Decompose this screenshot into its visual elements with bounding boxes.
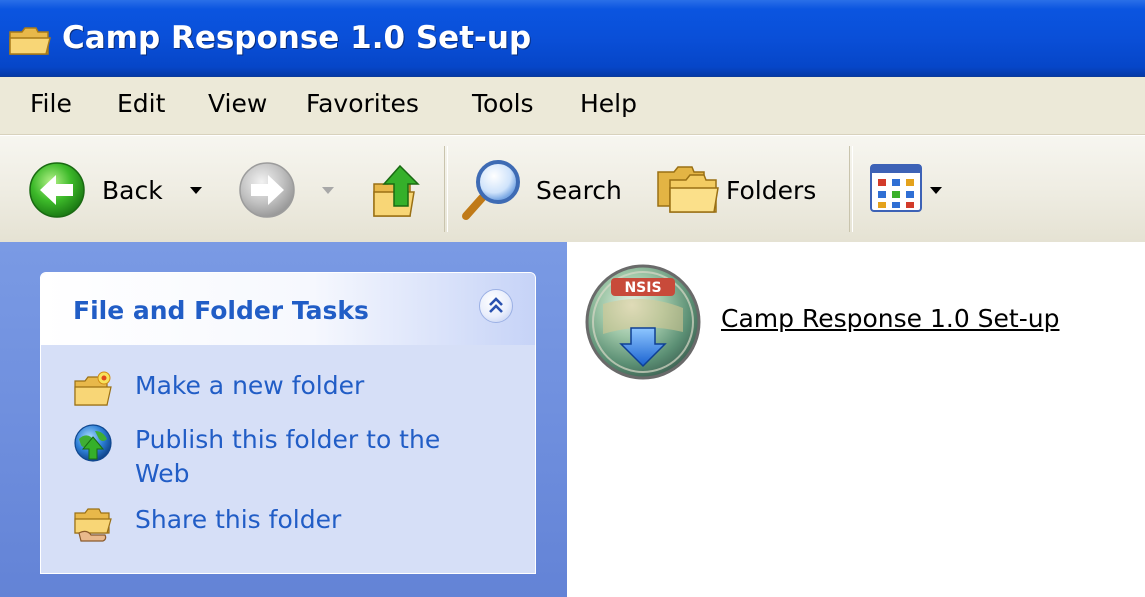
task-make-new-folder[interactable]: Make a new folder [73, 369, 513, 409]
tasks-panel-title: File and Folder Tasks [73, 296, 369, 325]
menu-file[interactable]: File [30, 89, 72, 118]
task-pane: File and Folder Tasks Make a new folder [0, 242, 567, 597]
back-label: Back [102, 176, 163, 205]
up-folder-icon[interactable] [370, 162, 426, 220]
collapse-button[interactable] [479, 289, 513, 323]
toolbar: Back Search Folders [0, 135, 1145, 243]
back-dropdown-icon[interactable] [190, 187, 202, 194]
chevron-up-icon [489, 297, 503, 313]
menu-help[interactable]: Help [580, 89, 637, 118]
folders-label: Folders [726, 176, 817, 205]
file-item[interactable]: NSIS Camp Response 1.0 Set-up [567, 242, 1127, 402]
menu-bar: File Edit View Favorites Tools Help [0, 77, 1145, 135]
file-list-area: NSIS Camp Response 1.0 Set-up [567, 242, 1145, 597]
installer-disc-icon: NSIS [585, 264, 701, 380]
forward-button[interactable] [236, 152, 346, 226]
toolbar-separator [444, 146, 448, 232]
task-label: Share this folder [135, 505, 342, 534]
views-button[interactable] [866, 158, 966, 220]
menu-tools[interactable]: Tools [472, 89, 534, 118]
share-folder-icon [74, 508, 112, 542]
tasks-panel-header[interactable]: File and Folder Tasks [41, 273, 535, 345]
file-name: Camp Response 1.0 Set-up [721, 304, 1060, 333]
publish-web-icon [74, 424, 112, 462]
menu-edit[interactable]: Edit [117, 89, 165, 118]
folders-button[interactable]: Folders [654, 152, 834, 226]
search-label: Search [536, 176, 622, 205]
views-dropdown-icon[interactable] [930, 187, 942, 194]
folders-icon [657, 166, 719, 213]
forward-dropdown-icon[interactable] [322, 187, 334, 194]
folder-icon [9, 27, 51, 55]
search-magnifier-icon [462, 160, 520, 220]
task-publish-folder-web[interactable]: Publish this folder to the Web [73, 423, 513, 499]
back-arrow-icon [29, 162, 85, 218]
menu-favorites[interactable]: Favorites [306, 89, 419, 118]
task-share-folder[interactable]: Share this folder [73, 503, 513, 543]
forward-arrow-icon [239, 162, 295, 218]
new-folder-icon [74, 371, 112, 406]
title-bar[interactable]: Camp Response 1.0 Set-up [0, 0, 1145, 77]
task-label: Make a new folder [135, 371, 365, 400]
menu-view[interactable]: View [208, 89, 267, 118]
toolbar-separator [849, 146, 853, 232]
window-title: Camp Response 1.0 Set-up [62, 20, 532, 56]
views-icon [870, 164, 922, 212]
installer-disc-text: NSIS [624, 280, 661, 296]
back-button[interactable]: Back [24, 152, 224, 226]
task-label: Publish this folder to the Web [135, 425, 441, 488]
search-button[interactable]: Search [458, 152, 634, 226]
file-folder-tasks-panel: File and Folder Tasks Make a new folder [40, 272, 536, 574]
